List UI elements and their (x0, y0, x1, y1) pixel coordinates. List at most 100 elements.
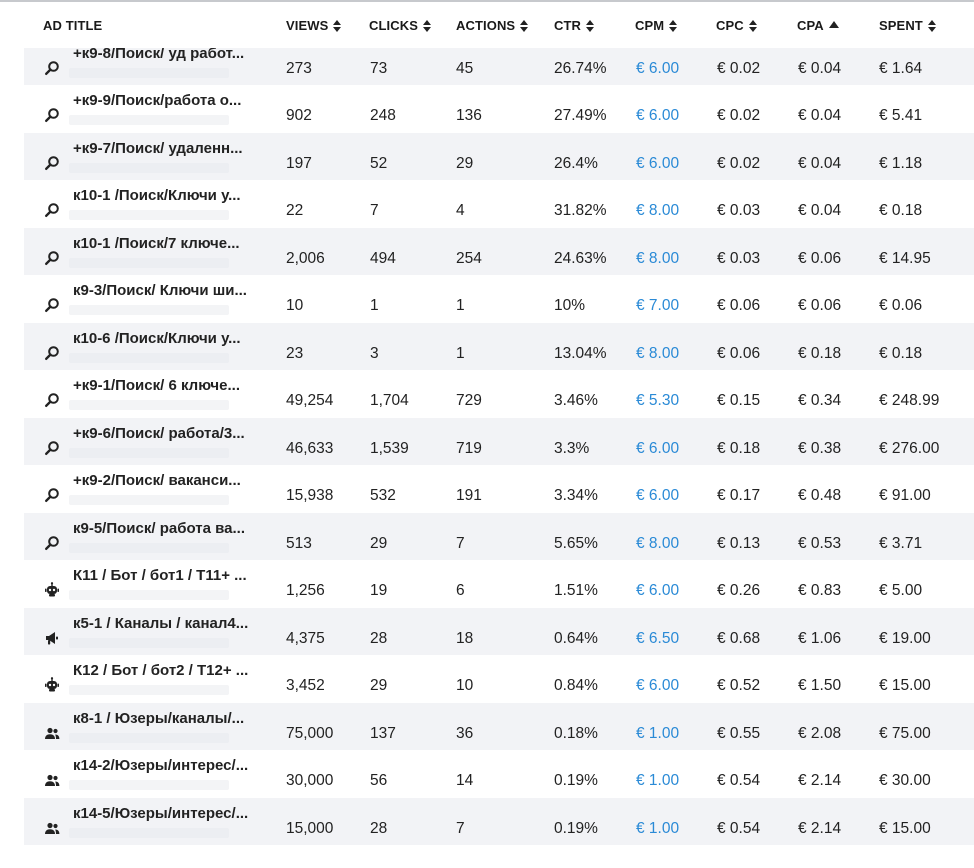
ad-title[interactable]: +к9-1/Поиск/ 6 ключе... (73, 377, 240, 394)
table-row[interactable]: к9-5/Поиск/ работа ва... 513 29 7 5.65% € 8.0… (24, 512, 974, 560)
cpm-cell[interactable]: € 6.00 (636, 155, 679, 173)
spent-cell: € 0.18 (879, 202, 923, 219)
spent-cell: € 19.00 (879, 629, 931, 647)
table-row[interactable]: к14-2/Юзеры/интерес/... 30,000 56 14 0.19% € … (24, 750, 974, 798)
views-cell: 197 (286, 154, 312, 172)
cpm-cell[interactable]: € 6.00 (636, 60, 679, 78)
ad-title[interactable]: к5-1 / Каналы / канал4... (73, 615, 248, 632)
column-header-ad-title[interactable]: AD TITLE (43, 18, 102, 33)
cpa-cell: € 2.14 (798, 819, 842, 837)
column-header-spent[interactable]: SPENT (879, 18, 936, 33)
ad-title[interactable]: К12 / Бот / бот2 / Т12+ ... (73, 662, 248, 679)
table-row[interactable]: +к9-9/Поиск/работа о... 902 248 136 27.49% € … (24, 85, 974, 133)
table-row[interactable]: К12 / Бот / бот2 / Т12+ ... 3,452 29 10 0.84… (24, 655, 974, 703)
ad-title[interactable]: +к9-6/Поиск/ работа/3... (73, 425, 245, 442)
table-row[interactable]: К11 / Бот / бот1 / Т11+ ... 1,256 19 6 1.51%… (24, 560, 974, 608)
views-cell: 902 (286, 107, 312, 124)
cpc-cell: € 0.17 (717, 487, 761, 504)
ad-title[interactable]: к14-2/Юзеры/интерес/... (73, 757, 248, 774)
ctr-cell: 0.18% (554, 724, 598, 742)
column-header-cpa[interactable]: CPA (797, 18, 839, 33)
ad-title[interactable]: к10-6 /Поиск/Ключи у... (73, 330, 241, 347)
table-row[interactable]: +к9-6/Поиск/ работа/3... 46,633 1,539 719 3.… (24, 417, 974, 465)
column-header-views[interactable]: VIEWS (286, 18, 342, 33)
table-row[interactable]: к9-3/Поиск/ Ключи ши... 10 1 1 10% € 7.00 € 0.… (24, 275, 974, 323)
cpm-cell[interactable]: € 6.00 (636, 440, 679, 458)
ad-title[interactable]: К11 / Бот / бот1 / Т11+ ... (73, 567, 247, 584)
cpc-cell: € 0.02 (717, 107, 761, 124)
cpm-cell[interactable]: € 6.00 (636, 487, 679, 505)
cpm-cell[interactable]: € 8.00 (636, 250, 679, 268)
ctr-cell: 0.64% (554, 629, 598, 647)
ad-title[interactable]: к10-1 /Поиск/Ключи у... (73, 187, 241, 204)
ctr-cell: 26.74% (554, 59, 607, 77)
column-header-cpm[interactable]: CPM (635, 18, 678, 33)
column-header-clicks[interactable]: CLICKS (369, 18, 431, 33)
bot-icon (44, 582, 60, 598)
cpm-cell[interactable]: € 6.50 (636, 630, 679, 648)
actions-cell: 10 (456, 677, 474, 694)
redacted-subtitle (69, 827, 229, 838)
sort-icon[interactable] (423, 19, 431, 32)
spent-cell: € 248.99 (879, 392, 940, 409)
clicks-cell: 1,539 (370, 439, 409, 457)
views-cell: 273 (286, 59, 312, 77)
column-header-ctr[interactable]: CTR (554, 18, 595, 33)
cpm-cell[interactable]: € 1.00 (636, 820, 679, 838)
redacted-subtitle (69, 637, 229, 648)
table-row[interactable]: к14-5/Юзеры/интерес/... 15,000 28 7 0.19% € 1… (24, 797, 974, 845)
cpm-cell[interactable]: € 8.00 (636, 535, 679, 553)
ad-title[interactable]: к9-5/Поиск/ работа ва... (73, 520, 245, 537)
cpm-cell[interactable]: € 5.30 (636, 392, 679, 410)
sort-icon[interactable] (520, 19, 529, 32)
ad-title[interactable]: к14-5/Юзеры/интерес/... (73, 805, 248, 822)
table-row[interactable]: +к9-2/Поиск/ ваканси... 15,938 532 191 3.34%… (24, 465, 974, 513)
bot-icon (44, 677, 60, 693)
table-row[interactable]: к5-1 / Каналы / канал4... 4,375 28 18 0.64% €… (24, 607, 974, 655)
actions-cell: 191 (456, 487, 482, 504)
ad-title[interactable]: +к9-9/Поиск/работа о... (73, 92, 241, 109)
clicks-cell: 19 (370, 582, 388, 599)
actions-cell: 254 (456, 249, 482, 267)
ad-title[interactable]: к10-1 /Поиск/7 ключе... (73, 235, 240, 252)
cpm-cell[interactable]: € 8.00 (636, 202, 679, 220)
column-header-cpc[interactable]: CPC (716, 18, 757, 33)
sort-icon[interactable] (927, 19, 936, 32)
sort-icon[interactable] (586, 19, 595, 32)
megaphone-icon (44, 630, 60, 646)
table-row[interactable]: к10-6 /Поиск/Ключи у... 23 3 1 13.04% € 8.00 €… (24, 322, 974, 370)
actions-cell: 45 (456, 59, 474, 77)
ad-title[interactable]: к8-1 / Юзеры/каналы/... (73, 710, 244, 727)
table-row[interactable]: к10-1 /Поиск/Ключи у... 22 7 4 31.82% € 8.00 €… (24, 180, 974, 228)
cpm-cell[interactable]: € 1.00 (636, 725, 679, 743)
users-icon (44, 820, 60, 836)
column-label: CPM (635, 18, 665, 33)
cpm-cell[interactable]: € 6.00 (636, 582, 679, 600)
cpm-cell[interactable]: € 6.00 (636, 107, 679, 125)
column-label: CTR (554, 18, 582, 33)
clicks-cell: 73 (370, 59, 388, 77)
sort-icon[interactable] (748, 19, 757, 32)
cpm-cell[interactable]: € 8.00 (636, 345, 679, 363)
cpm-cell[interactable]: € 6.00 (636, 677, 679, 695)
actions-cell: 1 (456, 297, 465, 314)
sort-ascending-icon[interactable] (828, 21, 839, 28)
table-row[interactable]: +к9-7/Поиск/ удаленн... 197 52 29 26.4% € 6.0… (24, 132, 974, 180)
cpc-cell: € 0.68 (717, 629, 761, 647)
cpc-cell: € 0.13 (717, 534, 761, 552)
column-label: ACTIONS (456, 18, 516, 33)
table-row[interactable]: к8-1 / Юзеры/каналы/... 75,000 137 36 0.18% €… (24, 702, 974, 750)
cpm-cell[interactable]: € 1.00 (636, 772, 679, 790)
table-row[interactable]: +к9-1/Поиск/ 6 ключе... 49,254 1,704 729 3.4… (24, 370, 974, 418)
spent-cell: € 15.00 (879, 819, 931, 837)
cpm-cell[interactable]: € 7.00 (636, 297, 679, 315)
ad-title[interactable]: +к9-2/Поиск/ ваканси... (73, 472, 241, 489)
sort-icon[interactable] (333, 19, 342, 32)
column-header-actions[interactable]: ACTIONS (456, 18, 529, 33)
ad-title[interactable]: к9-3/Поиск/ Ключи ши... (73, 282, 247, 299)
ad-title[interactable]: +к9-7/Поиск/ удаленн... (73, 140, 243, 157)
ctr-cell: 3.46% (554, 392, 598, 409)
sort-icon[interactable] (669, 19, 678, 32)
table-row[interactable]: к10-1 /Поиск/7 ключе... 2,006 494 254 24.63%… (24, 227, 974, 275)
search-icon (44, 250, 60, 266)
